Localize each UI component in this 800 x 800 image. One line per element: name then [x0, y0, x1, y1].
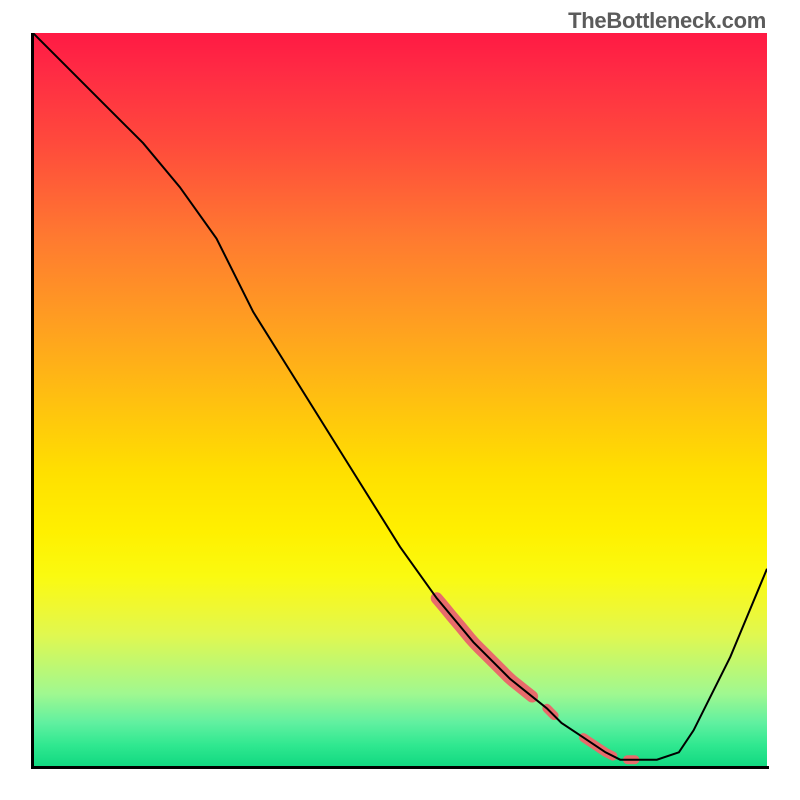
chart-container: TheBottleneck.com: [0, 0, 800, 800]
highlight-segment: [437, 598, 532, 696]
highlight-segments: [437, 598, 635, 760]
watermark-text: TheBottleneck.com: [568, 8, 766, 34]
bottleneck-curve-path: [33, 33, 767, 760]
chart-svg: [33, 33, 767, 767]
